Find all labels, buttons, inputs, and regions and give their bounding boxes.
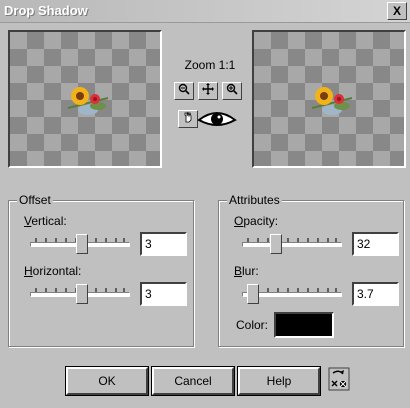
hand-icon[interactable] [178,110,198,128]
blur-label: Blur: [234,264,259,278]
opacity-input[interactable]: 32 [352,232,399,256]
horizontal-slider-thumb[interactable] [75,284,88,304]
original-preview[interactable] [8,30,162,168]
cancel-button[interactable]: Cancel [152,367,234,395]
window-title: Drop Shadow [4,3,88,18]
close-button[interactable]: X [387,2,407,20]
blur-slider-thumb[interactable] [247,284,260,304]
zoom-in-icon[interactable] [222,82,242,100]
eye-icon[interactable] [197,108,237,130]
zoom-label: Zoom 1:1 [184,58,236,72]
result-preview [252,30,406,168]
title-bar: Drop Shadow X [0,0,410,23]
zoom-out-icon[interactable] [174,82,194,100]
pan-icon[interactable] [198,82,218,100]
flower-image [311,87,353,115]
ok-button[interactable]: OK [66,367,148,395]
vertical-slider-thumb[interactable] [75,234,88,254]
reset-icon[interactable] [328,367,350,391]
horizontal-label: Horizontal: [24,264,82,278]
attributes-group-label: Attributes [227,193,282,207]
vertical-input[interactable]: 3 [140,232,187,256]
opacity-slider-track[interactable] [242,242,342,247]
horizontal-input[interactable]: 3 [140,282,187,306]
opacity-label: Opacity: [234,214,279,228]
color-label: Color: [236,318,269,332]
help-button[interactable]: Help [238,367,320,395]
flower-image [67,87,109,115]
opacity-slider-ticks [246,232,338,242]
blur-input[interactable]: 3.7 [352,282,399,306]
blur-slider-ticks [246,282,338,292]
color-swatch[interactable] [274,312,334,338]
vertical-label: Vertical: [24,214,67,228]
offset-group-label: Offset [17,193,53,207]
opacity-slider-thumb[interactable] [270,234,283,254]
